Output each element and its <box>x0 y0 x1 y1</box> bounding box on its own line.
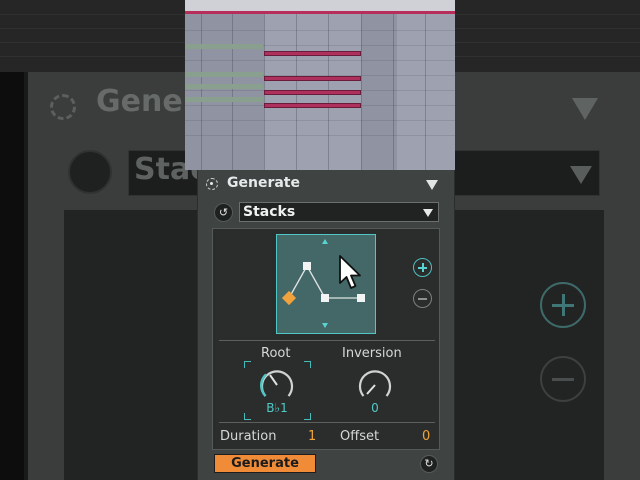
divider <box>219 340 435 341</box>
add-note-button[interactable] <box>413 258 432 277</box>
generator-icon <box>206 178 218 190</box>
midi-note[interactable] <box>264 103 361 108</box>
chord-node <box>303 262 311 270</box>
key-lane <box>185 72 263 77</box>
background-generator-icon <box>50 94 76 120</box>
background-plus-icon <box>540 282 586 328</box>
background-reset-icon <box>68 150 112 194</box>
background-dropdown-arrow-icon <box>570 166 592 184</box>
preset-dropdown[interactable]: Stacks <box>239 202 439 222</box>
remove-note-button[interactable] <box>413 289 432 308</box>
inversion-knob[interactable] <box>355 365 395 405</box>
collapse-triangle-icon[interactable] <box>426 180 438 190</box>
reset-icon: ↺ <box>218 206 229 219</box>
focus-bracket <box>304 413 311 420</box>
inversion-value[interactable]: 0 <box>355 401 395 415</box>
chord-node <box>357 294 365 302</box>
offset-label: Offset <box>340 429 380 444</box>
dropdown-arrow-icon <box>423 209 433 217</box>
duration-label: Duration <box>220 429 277 444</box>
root-knob[interactable] <box>257 365 297 405</box>
inversion-label: Inversion <box>342 346 402 361</box>
chord-node <box>321 294 329 302</box>
shape-up-arrow-icon <box>322 239 328 244</box>
regenerate-button[interactable]: ↻ <box>420 455 438 473</box>
reset-button[interactable]: ↺ <box>214 203 233 222</box>
mouse-pointer-icon <box>339 255 361 289</box>
midi-note[interactable] <box>264 76 361 81</box>
duration-value[interactable]: 1 <box>308 429 316 444</box>
offset-value[interactable]: 0 <box>422 429 430 444</box>
midi-note[interactable] <box>264 51 361 56</box>
key-lane <box>185 84 263 89</box>
key-lane <box>185 44 263 49</box>
preset-value: Stacks <box>243 204 296 220</box>
root-value[interactable]: B♭1 <box>257 401 297 415</box>
generate-button[interactable]: Generate <box>214 454 316 473</box>
generate-device: Generate ↺ Stacks Root B♭1 Inversion 0 D… <box>197 170 455 480</box>
key-lane <box>185 97 263 102</box>
background-collapse-icon <box>572 98 598 120</box>
device-title: Generate <box>227 175 300 191</box>
background-minus-icon <box>540 356 586 402</box>
piano-roll-clip[interactable] <box>185 0 455 170</box>
focus-bracket <box>304 361 311 368</box>
regenerate-icon: ↻ <box>424 457 434 470</box>
shape-down-arrow-icon <box>322 323 328 328</box>
focus-bracket <box>244 413 251 420</box>
root-node <box>281 290 297 306</box>
focus-bracket <box>244 361 251 368</box>
divider <box>219 422 435 423</box>
midi-note[interactable] <box>264 90 361 95</box>
root-label: Root <box>261 346 291 361</box>
